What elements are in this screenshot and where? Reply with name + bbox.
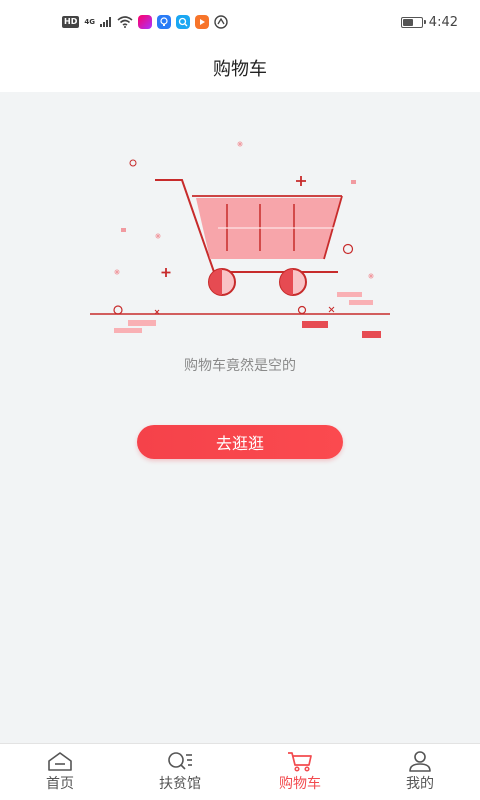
network-type: 4G [84,18,95,26]
wifi-icon [117,16,133,28]
app-notification-icon-3 [175,15,190,29]
bottom-tab-bar: 首页 扶贫馆 购物车 我的 [0,743,480,800]
empty-cart-message: 购物车竟然是空的 [184,358,296,374]
tab-home-label: 首页 [46,776,74,792]
tab-mine[interactable]: 我的 [360,744,480,800]
page-title: 购物车 [213,59,267,80]
status-icons-right: 4:42 [400,14,458,30]
app-notification-icon-4 [194,15,209,29]
battery-level [402,18,413,26]
cart-icon [288,752,312,772]
tab-home[interactable]: 首页 [0,744,120,800]
page-header: 购物车 [0,44,480,92]
status-time: 4:42 [428,14,458,30]
search-list-icon [168,752,192,770]
tab-poverty-alleviation-hall-label: 扶贫馆 [159,776,201,792]
signal-icon [99,17,111,27]
go-shopping-button[interactable]: 去逛逛 [137,425,343,459]
status-icons-left: HD 4G [62,15,228,29]
user-icon [409,751,431,772]
tab-cart[interactable]: 购物车 [240,744,360,800]
status-bar: HD 4G 4:42 [0,0,480,44]
app-notification-icon-1 [137,15,152,29]
battery-icon [400,16,426,28]
home-icon [48,752,72,771]
app-notification-icon-2 [156,15,171,29]
hd-indicator: HD [62,16,80,28]
tab-cart-label: 购物车 [279,776,321,792]
tab-poverty-alleviation-hall[interactable]: 扶贫馆 [120,744,240,800]
app-notification-icon-5 [214,15,228,29]
empty-cart-illustration [90,141,390,338]
tab-mine-label: 我的 [406,776,434,792]
